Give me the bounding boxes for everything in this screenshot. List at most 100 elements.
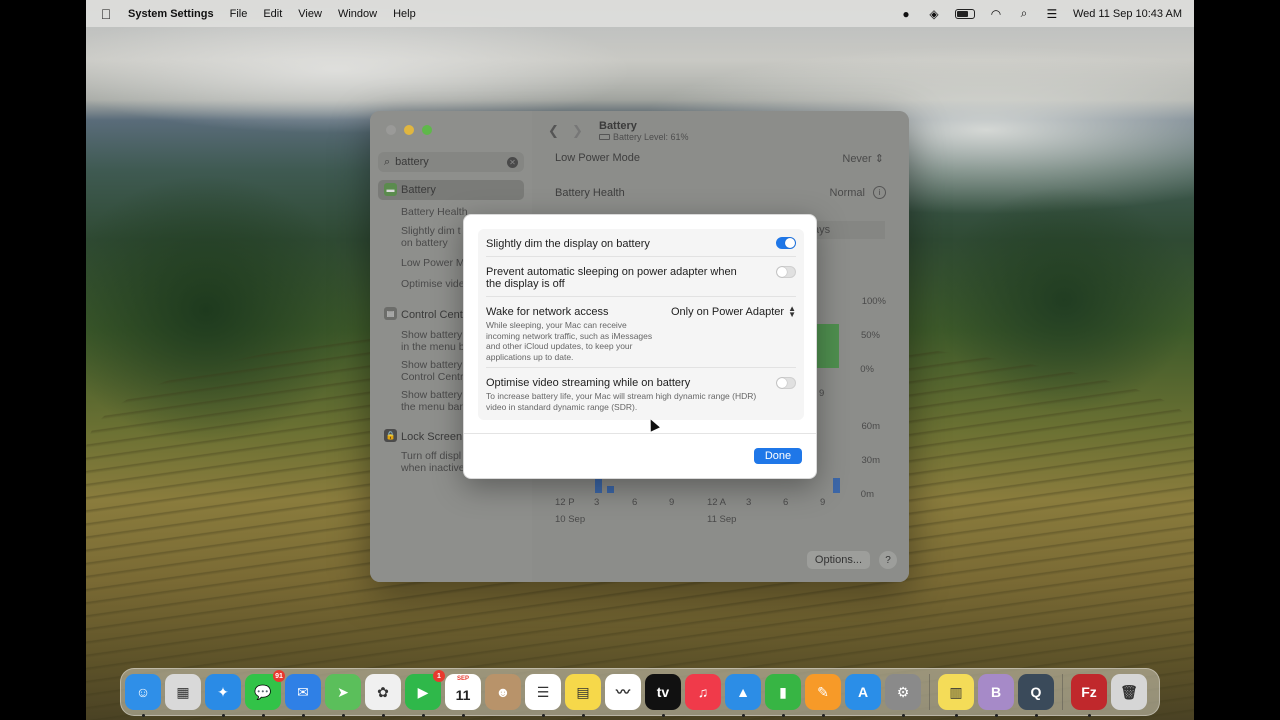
sidebar-result-slightly-dim[interactable]: Slightly dim t on battery [401,225,461,249]
dock-app-system-settings[interactable]: ⚙ [885,674,921,717]
dock-app-calendar[interactable]: SEP 11 [445,674,481,717]
wake-network-select[interactable]: Only on Power Adapter ▲ ▼ [671,305,796,319]
sidebar-result-show-battery-cc[interactable]: Show battery Control Centr [401,359,463,383]
control-centre-icon: ▤ [384,307,397,320]
dock-app-icon: ▶ [417,683,429,700]
help-button[interactable]: ? [879,551,897,569]
sidebar-search-field[interactable]: ⌕ battery ✕ [378,152,524,172]
dock-app-icon: ✿ [377,683,389,700]
running-indicator [301,714,305,717]
sidebar-result-show-battery-percent[interactable]: Show battery the menu bar [401,389,463,413]
x-tick-3: 3 [746,497,752,508]
usage-tick-60m: 60m [861,421,880,432]
zoom-window-button[interactable] [422,125,432,135]
x-tick-12a: 12 A [707,497,727,508]
control-centre-icon[interactable]: ☰ [1045,7,1059,21]
menu-view[interactable]: View [298,8,322,20]
battery-health-label: Battery Health [555,187,625,199]
clear-search-icon[interactable]: ✕ [507,156,518,168]
battery-health-value: Normal [829,187,865,199]
dock-app-stickies[interactable]: ▥ [938,674,974,717]
page-title: Battery [599,120,637,132]
dock-app-safari[interactable]: ✦ [205,674,241,717]
sidebar-result-turn-off-display[interactable]: Turn off displ when inactive [401,450,465,474]
sidebar-item-label: Battery [401,184,436,196]
dock-app-filezilla[interactable]: Fz [1071,674,1107,717]
dock-app-icon: ✉ [297,683,309,700]
battery-icon [599,134,610,140]
dock-app-icon: B [990,684,1002,700]
dock-app-icon: A [857,684,869,700]
option-title: Prevent automatic sleeping on power adap… [486,266,737,290]
dock-app-bbedit[interactable]: B [978,674,1014,717]
menu-edit[interactable]: Edit [263,8,282,20]
dock-app-contacts[interactable]: ☻ [485,674,521,710]
menu-file[interactable]: File [230,8,248,20]
dim-display-toggle[interactable] [776,237,796,249]
battery-status-icon[interactable] [954,8,975,19]
optimise-video-toggle[interactable] [776,377,796,389]
back-arrow-icon[interactable]: ❮ [548,123,559,139]
menu-window[interactable]: Window [338,8,377,20]
dock-app-maps[interactable]: ➤ [325,674,361,717]
dock-app-notes[interactable]: ▤ [565,674,601,717]
dock-app-finder[interactable]: ☺ [125,674,161,717]
dock-app-apple-tv[interactable]: tv [645,674,681,717]
dock-app-mail[interactable]: ✉ [285,674,321,717]
dock-app-quicktime[interactable]: Q [1018,674,1054,717]
wifi-icon[interactable]: ◠ [989,7,1003,21]
date-label-left: 10 Sep [555,514,586,525]
dock-app-trash[interactable]: 🗑 [1111,674,1147,710]
record-icon[interactable]: ● [899,7,913,21]
battery-options-sheet: Slightly dim the display on battery Prev… [463,214,817,479]
apple-menu-icon[interactable]:  [98,6,114,22]
dock-app-music[interactable]: ♫ [685,674,721,710]
low-power-mode-select[interactable]: Never ⇕ [842,152,884,165]
dock-app-numbers[interactable]: ▮ [765,674,801,717]
sidebar-result-low-power[interactable]: Low Power Mo [401,257,470,269]
prevent-sleep-toggle[interactable] [776,266,796,278]
option-title: Slightly dim the display on battery [486,238,650,250]
dock-app-reminders[interactable]: ☰ [525,674,561,717]
sidebar-result-optimise-video[interactable]: Optimise vide [401,278,465,290]
forward-arrow-icon[interactable]: ❯ [572,123,583,139]
running-indicator [994,714,998,717]
dock-app-app-store[interactable]: A [845,674,881,710]
close-window-button[interactable] [386,125,396,135]
x-tick-3: 3 [594,497,600,508]
dock-app-icon: ✦ [217,683,229,700]
menu-app-name[interactable]: System Settings [128,8,214,20]
sidebar-result-show-battery-menu[interactable]: Show battery in the menu ba [401,329,470,353]
dock-app-pages[interactable]: ✎ [805,674,841,717]
spotlight-search-icon[interactable]: ⌕ [1017,6,1031,20]
option-row-wake-network: Wake for network access While sleeping, … [486,297,796,368]
options-button[interactable]: Options... [806,551,870,569]
minimize-window-button[interactable] [404,125,414,135]
dock-app-keynote[interactable]: ▲ [725,674,761,717]
layers-icon[interactable]: ◈ [927,7,941,21]
dock-app-icon: 🗑 [1120,683,1138,700]
running-indicator [261,714,265,717]
running-indicator [781,714,785,717]
info-icon[interactable]: i [873,186,886,199]
dock-separator [1062,674,1063,710]
level-tick-0: 0% [860,364,874,375]
option-row-dim-display: Slightly dim the display on battery [486,229,796,257]
menu-help[interactable]: Help [393,8,416,20]
battery-level-subtitle: Battery Level: 61% [599,132,689,142]
sidebar-search-input[interactable]: battery [395,156,429,168]
dock-app-launchpad[interactable]: ▦ [165,674,201,710]
dock-separator [929,674,930,710]
running-indicator [901,714,905,717]
menu-bar-clock[interactable]: Wed 11 Sep 10:43 AM [1073,8,1182,20]
done-button[interactable]: Done [754,448,802,464]
dock-app-photos[interactable]: ✿ [365,674,401,717]
option-text: Wake for network access While sleeping, … [486,306,656,362]
sidebar-result-battery-health[interactable]: Battery Health [401,206,468,218]
dock-app-facetime[interactable]: ▶ 1 [405,670,445,717]
level-tick-100: 100% [861,296,886,307]
tab-last-days[interactable]: ays [810,221,885,239]
dock-app-messages[interactable]: 💬 91 [245,670,285,717]
sidebar-item-battery[interactable]: ▬ Battery [378,180,524,200]
dock-app-freeform[interactable]: 〰 [605,674,641,710]
